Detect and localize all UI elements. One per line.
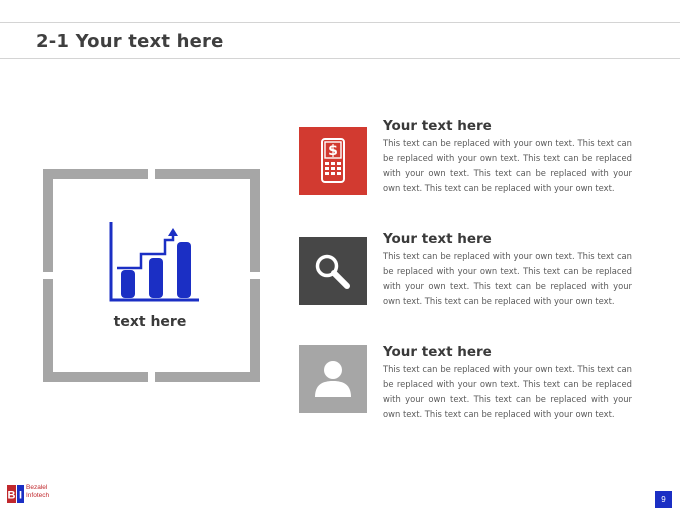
user-icon [299, 345, 367, 413]
title-bar: 2-1 Your text here [0, 22, 680, 59]
svg-text:I: I [19, 490, 22, 502]
item-body: This text can be replaced with your own … [383, 251, 632, 307]
item-heading: Your text here [383, 344, 492, 360]
item-heading: Your text here [383, 118, 492, 134]
page-number: 9 [655, 491, 672, 508]
mobile-phone-dollar-icon: $ [299, 127, 367, 195]
logo-text: Bezalel Infotech [26, 484, 49, 500]
page-title: 2-1 Your text here [36, 31, 224, 52]
item-icon-tile [299, 345, 367, 413]
panel-caption: text here [113, 314, 187, 330]
frame-segment [155, 372, 260, 382]
frame-segment [43, 169, 53, 272]
bar-chart-icon [109, 222, 199, 302]
item-icon-tile: $ [299, 127, 367, 195]
logo-mark-icon: B I [7, 485, 24, 503]
logo-line-2: Infotech [26, 492, 50, 499]
frame-segment [43, 169, 148, 179]
company-logo: B I Bezalel Infotech [7, 484, 55, 504]
magnifier-icon [299, 237, 367, 305]
logo-line-1: Bezalel [26, 484, 48, 491]
item-body: This text can be replaced with your own … [383, 364, 632, 420]
frame-segment [155, 169, 260, 179]
item-body: This text can be replaced with your own … [383, 138, 632, 194]
item-icon-tile [299, 237, 367, 305]
frame-segment [250, 279, 260, 382]
frame-segment [43, 279, 53, 382]
item-heading: Your text here [383, 231, 492, 247]
svg-text:B: B [8, 490, 16, 502]
frame-segment [43, 372, 148, 382]
frame-segment [250, 169, 260, 272]
svg-text:$: $ [328, 143, 338, 159]
